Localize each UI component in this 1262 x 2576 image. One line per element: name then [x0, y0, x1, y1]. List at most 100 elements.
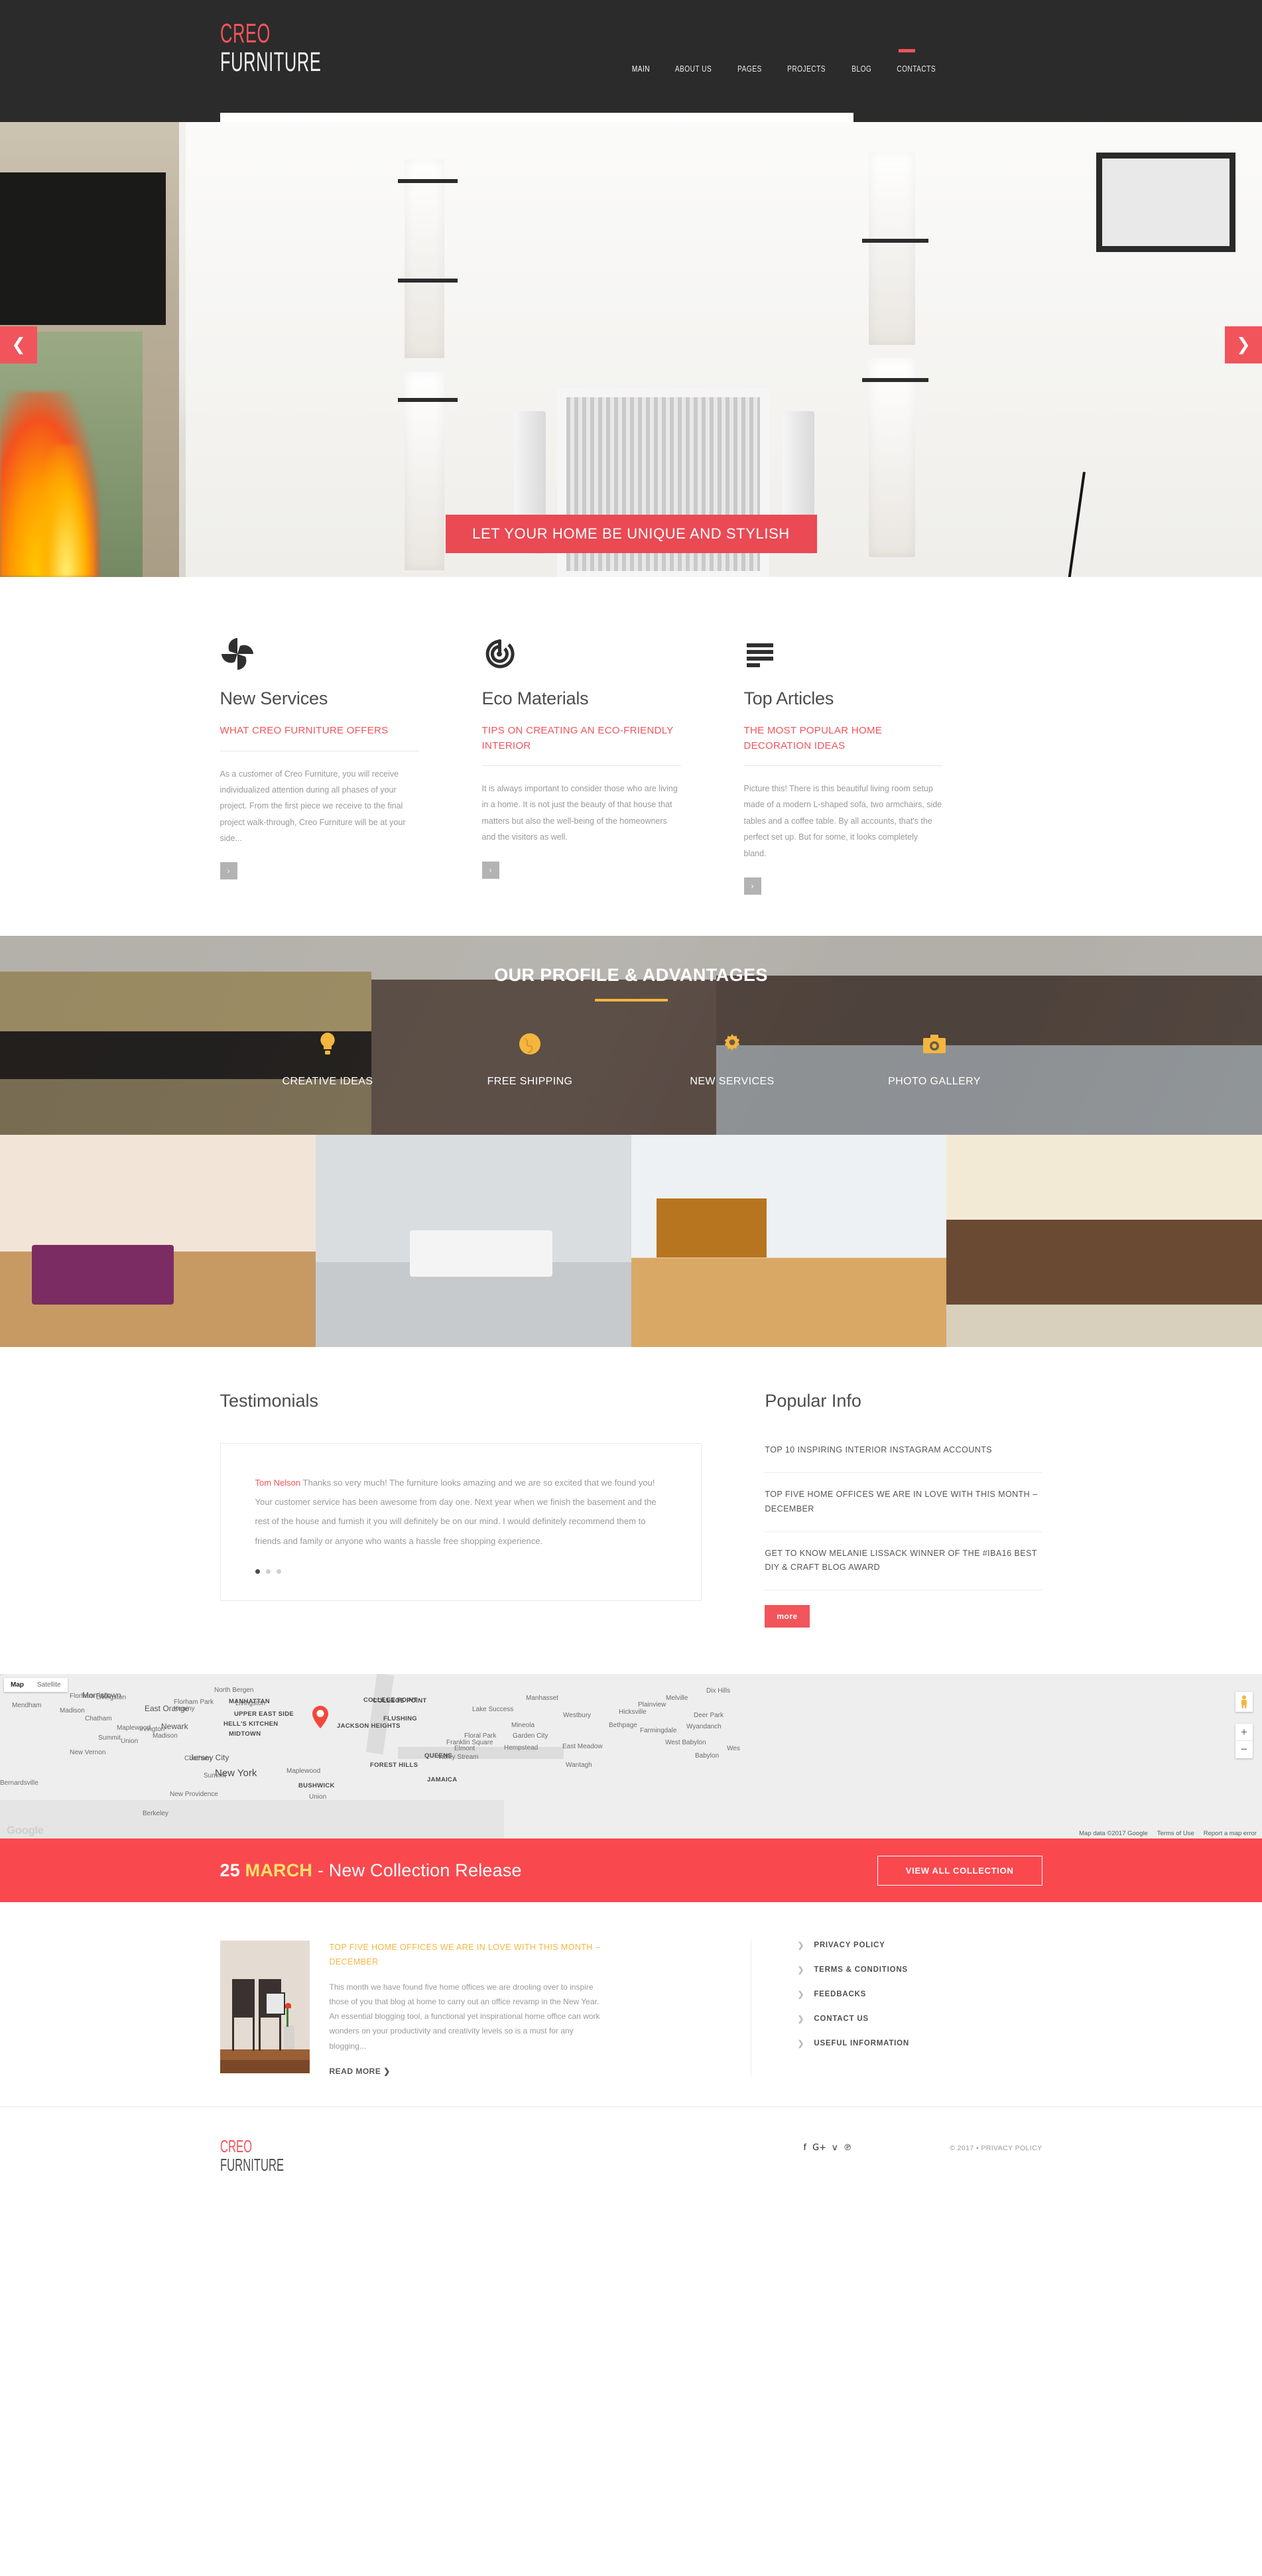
facebook-icon[interactable]: f	[804, 2143, 807, 2153]
cta-rest: - New Collection Release	[312, 1860, 522, 1880]
popular-info-item[interactable]: TOP FIVE HOME OFFICES WE ARE IN LOVE WIT…	[765, 1488, 1042, 1532]
service-card-top-articles: Top Articles The most popular home decor…	[743, 629, 943, 895]
map-label: West Babylon	[665, 1739, 706, 1747]
service-subtitle[interactable]: What Creo Furniture offers	[220, 724, 419, 751]
testimonial-dot-1[interactable]	[255, 1569, 260, 1574]
nav-item-main[interactable]: MAIN	[632, 64, 650, 74]
social-links: f G+ ᴠ ℗	[804, 2143, 852, 2153]
chevron-right-icon: ❯	[383, 2066, 391, 2076]
gallery-item-bedroom[interactable]	[0, 1134, 316, 1347]
map-label: North Bergen	[214, 1687, 254, 1695]
service-more-button[interactable]: ›	[220, 862, 237, 880]
testimonial-pager[interactable]	[255, 1569, 667, 1574]
testimonial-quote: Thanks so very much! The furniture looks…	[255, 1477, 657, 1546]
site-header: CREO FURNITURE MAIN ABOUT US PAGES PROJE…	[0, 0, 1262, 113]
service-more-button[interactable]: ›	[481, 861, 499, 879]
pinwheel-icon	[220, 629, 419, 671]
contact-map[interactable]: Map Satellite + − Google Map data ©2017 …	[0, 1674, 1262, 1839]
service-more-button[interactable]: ›	[743, 877, 761, 895]
map-label: Berkeley	[143, 1810, 168, 1818]
map-label: Melville	[666, 1695, 688, 1703]
footer-link-contact-us[interactable]: ❯ CONTACT US	[798, 2014, 1042, 2024]
map-zoom-in-button[interactable]: +	[1235, 1724, 1253, 1742]
map-label: Jersey City	[190, 1753, 229, 1763]
street-view-pegman-icon[interactable]	[1235, 1692, 1253, 1712]
footer-link-label: CONTACT US	[814, 2015, 869, 2024]
map-label: Mineola	[511, 1722, 535, 1730]
twitter-icon[interactable]: ᴠ	[832, 2143, 838, 2153]
map-pin-icon[interactable]	[312, 1706, 328, 1729]
popular-info-item[interactable]: TOP 10 INSPIRING INTERIOR INSTAGRAM ACCO…	[765, 1443, 1042, 1473]
logo-line-1: CREO	[220, 18, 271, 48]
google-plus-icon[interactable]: G+	[812, 2143, 826, 2153]
footer-link-terms-conditions[interactable]: ❯ TERMS & CONDITIONS	[798, 1965, 1042, 1974]
service-card-eco-materials: Eco Materials Tips on creating an eco-fr…	[481, 629, 681, 895]
footer-link-useful-information[interactable]: ❯ USEFUL INFORMATION	[798, 2039, 1042, 2048]
testimonial-dot-3[interactable]	[276, 1569, 281, 1574]
advantage-label: CREATIVE IDEAS	[282, 1075, 373, 1087]
testimonial-dot-2[interactable]	[265, 1569, 271, 1574]
service-subtitle[interactable]: Tips on creating an eco-friendly interio…	[482, 724, 681, 765]
service-title: Top Articles	[743, 688, 834, 708]
camera-icon	[834, 1028, 1036, 1060]
google-watermark: Google	[7, 1824, 44, 1837]
nav-item-projects[interactable]: PROJECTS	[788, 64, 826, 74]
services-section: New Services What Creo Furniture offers …	[0, 577, 1262, 936]
service-subtitle[interactable]: The most popular home decoration ideas	[744, 724, 943, 765]
map-report-link[interactable]: Report a map error	[1204, 1830, 1257, 1837]
map-label: Union	[121, 1738, 139, 1746]
copyright[interactable]: © 2017 • PRIVACY POLICY	[950, 2144, 1042, 2152]
map-type-satellite[interactable]: Satellite	[31, 1678, 68, 1692]
map-attribution: Map data ©2017 Google	[1079, 1830, 1148, 1838]
gallery-item-living-room-with-tv[interactable]	[631, 1134, 947, 1347]
map-label: East Meadow	[562, 1743, 603, 1751]
footer-link-privacy-policy[interactable]: ❯ PRIVACY POLICY	[798, 1941, 1042, 1950]
advantage-free-shipping[interactable]: FREE SHIPPING	[429, 1028, 631, 1088]
footer-logo-line-1: CREO	[220, 2136, 252, 2156]
map-label: Farmingdale	[640, 1727, 677, 1735]
nav-item-pages[interactable]: PAGES	[737, 64, 762, 74]
advantages-title: OUR PROFILE & ADVANTAGES	[494, 964, 768, 985]
advantages-section: OUR PROFILE & ADVANTAGES CREATIVE IDEAS …	[0, 935, 1262, 1135]
map-label: Franklin Square	[446, 1739, 493, 1747]
article-lines-icon	[744, 629, 943, 671]
gallery-item-living-room-grey-sofa[interactable]	[315, 1134, 631, 1347]
map-terms-link[interactable]: Terms of Use	[1157, 1830, 1194, 1837]
hero-next-arrow[interactable]: ❯	[1225, 326, 1262, 363]
service-title: Eco Materials	[481, 688, 589, 708]
footer-post-section: TOP FIVE HOME OFFICES WE ARE IN LOVE WIT…	[0, 1902, 1262, 2106]
popular-info-more-button[interactable]: more	[765, 1605, 810, 1628]
nav-item-about-us[interactable]: ABOUT US	[674, 64, 711, 74]
page-root: CREO FURNITURE MAIN ABOUT US PAGES PROJE…	[0, 0, 1262, 2219]
footer-post-read-more[interactable]: READ MORE ❯	[330, 2067, 608, 2076]
pinterest-icon[interactable]: ℗	[844, 2143, 852, 2153]
testimonial-author: Tom Nelson	[255, 1477, 301, 1488]
footer-logo[interactable]: CREO FURNITURE	[220, 2138, 320, 2173]
advantage-new-services[interactable]: NEW SERVICES	[631, 1028, 834, 1088]
map-type-control[interactable]: Map Satellite	[4, 1678, 68, 1693]
popular-info-item[interactable]: GET TO KNOW MELANIE LISSACK WINNER OF TH…	[765, 1547, 1042, 1591]
map-label: Bethpage	[609, 1722, 637, 1730]
chevron-right-icon: ❯	[797, 2014, 805, 2024]
chevron-right-icon: ❯	[797, 1990, 805, 2000]
map-label: COLLEGE POINT	[363, 1697, 418, 1705]
view-all-collection-button[interactable]: VIEW ALL COLLECTION	[877, 1855, 1042, 1886]
map-zoom-control[interactable]: + −	[1235, 1724, 1253, 1759]
nav-item-contacts[interactable]: CONTACTS	[897, 64, 936, 74]
site-logo[interactable]: CREO FURNITURE	[220, 20, 383, 76]
map-label: UPPER EAST SIDE	[234, 1710, 294, 1718]
footer-post-title[interactable]: TOP FIVE HOME OFFICES WE ARE IN LOVE WIT…	[330, 1941, 608, 1969]
gallery-item-modern-kitchen[interactable]	[946, 1134, 1262, 1347]
advantage-creative-ideas[interactable]: CREATIVE IDEAS	[227, 1028, 429, 1088]
map-label: Dix Hills	[706, 1687, 731, 1695]
map-zoom-out-button[interactable]: −	[1235, 1741, 1253, 1758]
map-label: New York	[215, 1768, 257, 1779]
map-label: Bernardsville	[0, 1779, 38, 1787]
map-type-map[interactable]: Map	[4, 1678, 31, 1692]
advantage-photo-gallery[interactable]: PHOTO GALLERY	[834, 1028, 1036, 1088]
footer-post-thumbnail[interactable]	[220, 1941, 310, 2074]
footer-link-feedbacks[interactable]: ❯ FEEDBACKS	[798, 1990, 1042, 1999]
hero-prev-arrow[interactable]: ❮	[0, 326, 37, 363]
nav-item-blog[interactable]: BLOG	[852, 64, 871, 74]
map-label: Summit	[98, 1734, 121, 1742]
